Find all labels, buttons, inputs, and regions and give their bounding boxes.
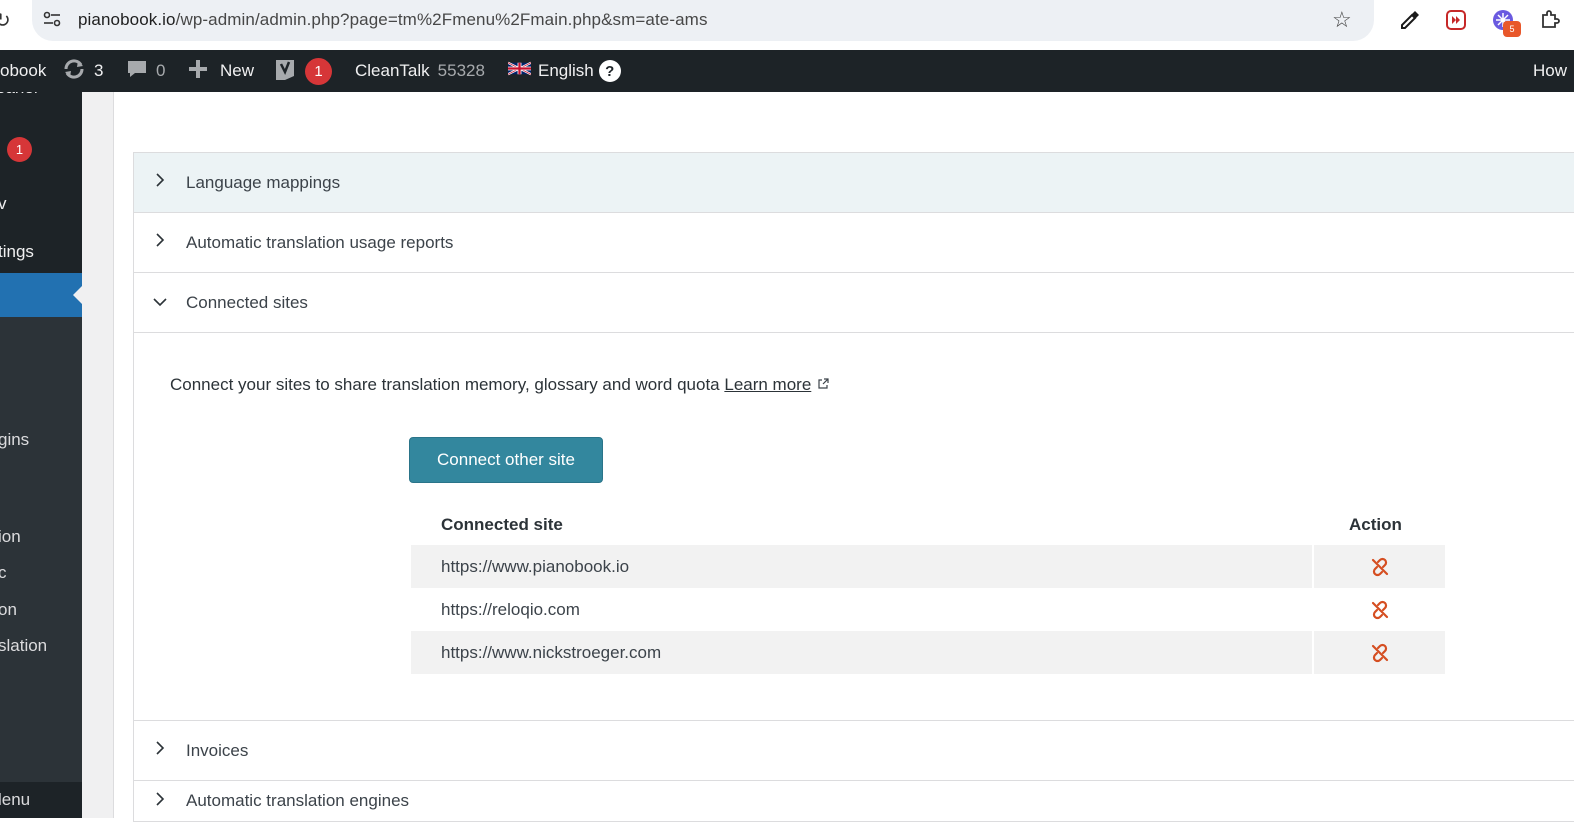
updates-icon — [62, 58, 86, 85]
section-label: Automatic translation engines — [186, 791, 410, 810]
section-translation-engines[interactable]: Automatic translation engines — [134, 781, 1574, 821]
content-gutter — [82, 92, 114, 818]
uk-flag-icon — [507, 61, 538, 81]
menu-item-active[interactable] — [0, 273, 82, 317]
reload-icon[interactable]: ↻ — [0, 8, 11, 33]
section-language-mappings[interactable]: Language mappings — [134, 153, 1574, 213]
yoast-count-badge: 1 — [305, 57, 332, 85]
submenu — [0, 317, 82, 782]
language-label: English — [538, 61, 594, 80]
site-name: obook — [0, 61, 47, 80]
comments-count: 0 — [156, 61, 166, 80]
site-info-icon[interactable] — [42, 10, 64, 30]
action-cell — [1314, 631, 1445, 674]
cleantalk-label: CleanTalk — [355, 61, 430, 80]
chevron-down-icon — [134, 294, 186, 312]
learn-more-link[interactable]: Learn more — [724, 375, 811, 394]
connected-sites-panel: Connect your sites to share translation … — [134, 333, 1574, 721]
comments-link[interactable]: 0 — [126, 50, 165, 92]
new-content-link[interactable]: New — [188, 50, 254, 92]
menu-item-v[interactable]: v — [0, 194, 7, 214]
help-icon[interactable]: ? — [598, 60, 621, 82]
yoast-icon — [273, 56, 297, 87]
site-url: https://www.pianobook.io — [411, 545, 1312, 588]
comment-icon — [126, 59, 148, 84]
chevron-right-icon — [134, 173, 186, 192]
settings-accordion: Language mappings Automatic translation … — [133, 152, 1574, 822]
updates-count: 3 — [94, 61, 104, 80]
new-label: New — [220, 61, 255, 80]
description-text: Connect your sites to share translation … — [170, 375, 720, 394]
updates-link[interactable]: 3 — [62, 50, 103, 92]
admin-menu: eaner 1 v tings gins ion c on slation le… — [0, 92, 82, 818]
submenu-item-on[interactable]: on — [0, 600, 17, 620]
section-invoices[interactable]: Invoices — [134, 721, 1574, 781]
menu-notification-badge: 1 — [7, 137, 32, 162]
collapse-menu-label: lenu — [0, 790, 31, 809]
submenu-item-translation[interactable]: slation — [0, 636, 47, 656]
cleantalk-link[interactable]: CleanTalk 55328 — [355, 50, 485, 92]
chevron-right-icon — [134, 741, 186, 760]
site-url: https://www.nickstroeger.com — [411, 631, 1312, 674]
section-label: Automatic translation usage reports — [186, 232, 454, 252]
section-connected-sites[interactable]: Connected sites — [134, 273, 1574, 333]
language-switcher[interactable]: English ? — [507, 50, 621, 92]
column-header-action: Action — [1349, 515, 1402, 534]
column-header-connected-site: Connected site — [441, 515, 563, 534]
site-url: https://reloqio.com — [441, 599, 580, 619]
unlink-icon[interactable] — [1370, 557, 1390, 577]
url-path: /wp-admin/admin.php?page=tm%2Fmenu%2Fmai… — [175, 10, 708, 29]
connect-other-site-button[interactable]: Connect other site — [409, 437, 603, 483]
howdy-label: How — [1533, 61, 1568, 80]
section-label: Language mappings — [186, 172, 341, 192]
table-row: https://www.nickstroeger.com — [411, 631, 1445, 674]
account-menu[interactable]: How — [1533, 50, 1567, 92]
bookmark-star-icon[interactable]: ☆ — [1332, 7, 1352, 33]
section-label: Invoices — [186, 740, 249, 760]
table-row: https://www.pianobook.io — [411, 545, 1445, 588]
action-cell — [1314, 545, 1445, 588]
chevron-right-icon — [134, 233, 186, 252]
unlink-icon[interactable] — [1370, 600, 1390, 620]
plus-icon — [188, 59, 208, 84]
cleantalk-count: 55328 — [437, 61, 485, 80]
submenu-item-c[interactable]: c — [0, 563, 7, 583]
submenu-item-plugins[interactable]: gins — [0, 430, 29, 450]
table-row: https://reloqio.com — [411, 588, 1445, 631]
url-host: pianobook.io — [78, 10, 176, 29]
wp-admin-bar: obook 3 0 New 1 CleanTalk 55328 English … — [0, 50, 1574, 92]
yoast-link[interactable]: 1 — [273, 50, 332, 92]
collapse-menu[interactable]: lenu — [0, 782, 82, 818]
extensions-puzzle-icon[interactable] — [1537, 7, 1563, 33]
action-cell — [1314, 588, 1445, 631]
submenu-item-ion[interactable]: ion — [0, 527, 21, 547]
site-name-link[interactable]: obook — [0, 50, 46, 92]
video-speed-extension-icon[interactable] — [1443, 7, 1469, 33]
extension-badge: 5 — [1503, 21, 1521, 37]
url-text[interactable]: pianobook.io/wp-admin/admin.php?page=tm%… — [78, 10, 708, 30]
external-link-icon — [817, 378, 829, 393]
menu-item-cleaner[interactable]: eaner — [0, 92, 39, 98]
section-label: Connected sites — [186, 292, 308, 312]
menu-item-settings[interactable]: tings — [0, 242, 34, 262]
browser-toolbar: ↻ pianobook.io/wp-admin/admin.php?page=t… — [0, 0, 1574, 50]
unlink-icon[interactable] — [1370, 643, 1390, 663]
connected-sites-description: Connect your sites to share translation … — [170, 375, 829, 395]
eyedropper-extension-icon[interactable] — [1397, 7, 1423, 33]
section-usage-reports[interactable]: Automatic translation usage reports — [134, 213, 1574, 273]
chevron-right-icon — [134, 791, 186, 811]
